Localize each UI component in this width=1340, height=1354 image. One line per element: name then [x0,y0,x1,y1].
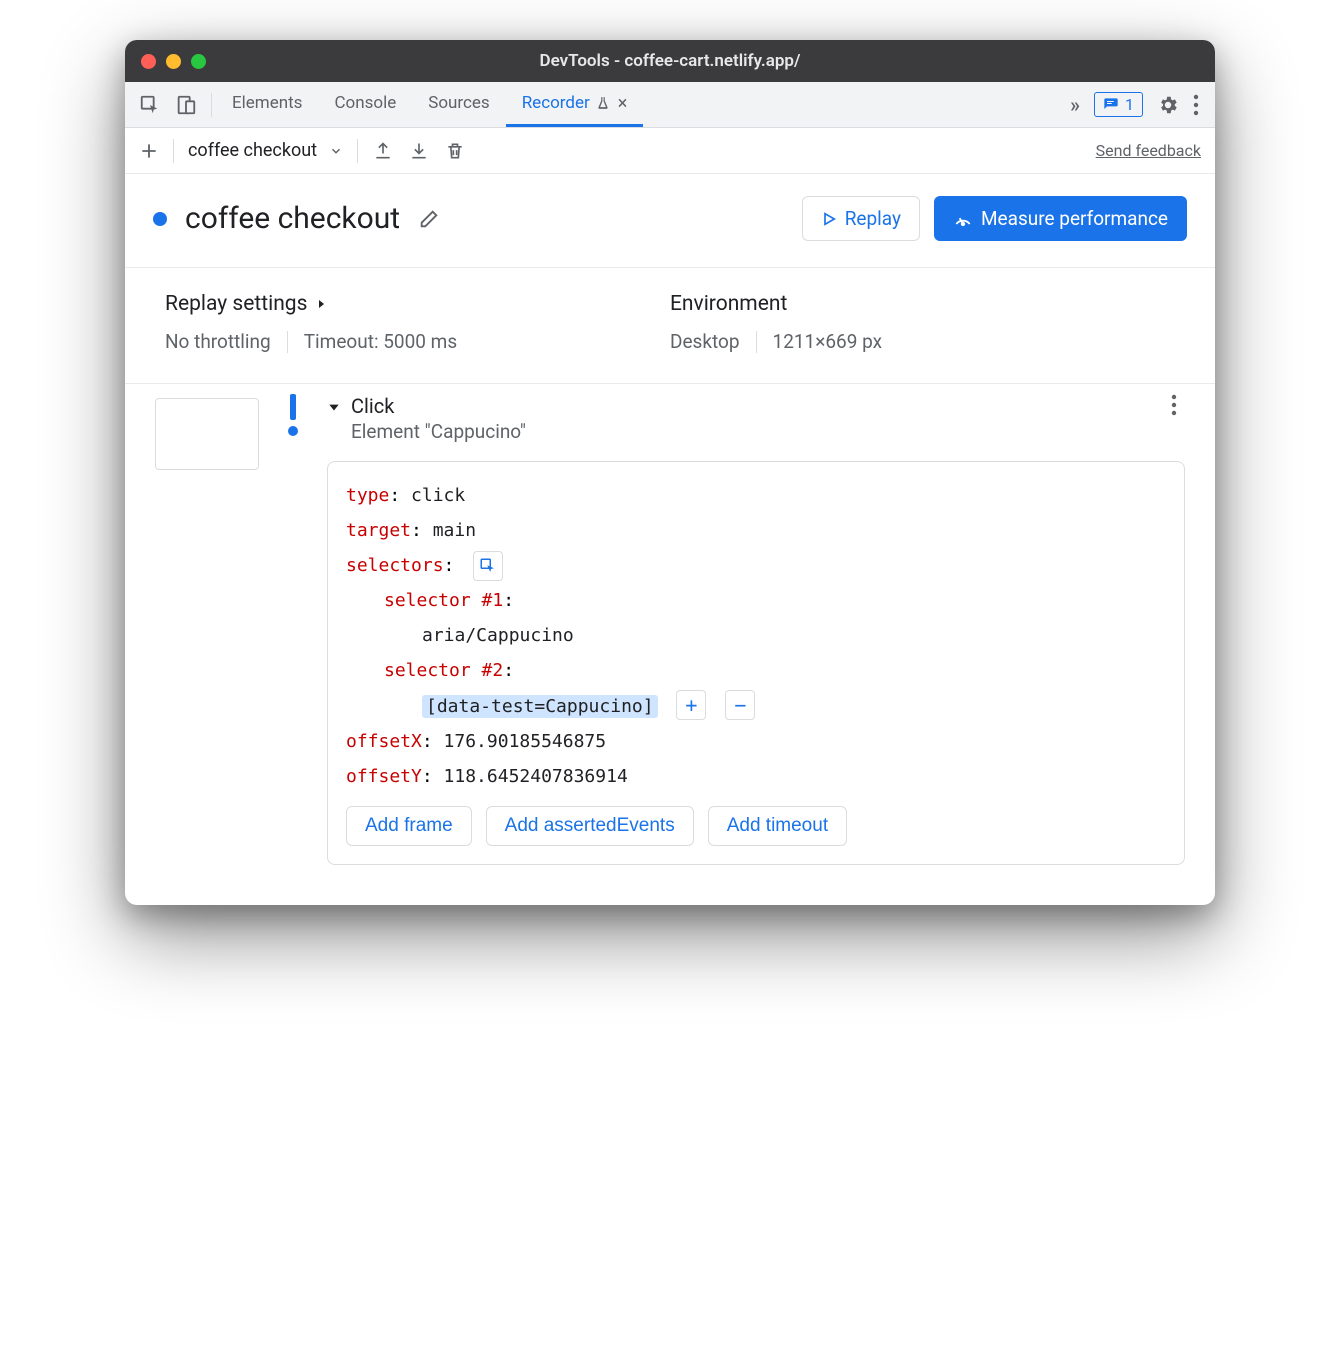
kebab-menu-icon[interactable] [1193,94,1199,116]
throttling-value: No throttling [165,330,271,353]
settings-row: Replay settings No throttling Timeout: 5… [125,268,1215,384]
tab-sources[interactable]: Sources [412,82,505,127]
traffic-lights [141,54,206,69]
chevron-down-icon [329,144,343,158]
type-val[interactable]: click [411,485,465,506]
disclosure-triangle-icon[interactable] [327,400,341,414]
delete-icon[interactable] [444,140,466,162]
issues-icon [1103,97,1119,113]
flask-icon [596,96,610,110]
chevron-right-icon [315,297,327,311]
step-kebab-icon[interactable] [1171,394,1185,416]
tab-label: Sources [428,93,489,113]
step-title: Click [351,394,526,418]
divider [357,139,358,163]
replay-settings-label: Replay settings [165,292,307,316]
minimize-window-button[interactable] [166,54,181,69]
play-icon [821,211,837,227]
environment-label: Environment [670,292,1175,316]
step-thumbnail[interactable] [155,398,259,470]
selectors-key: selectors [346,555,444,576]
maximize-window-button[interactable] [191,54,206,69]
recording-header: coffee checkout Replay Measure performan… [125,174,1215,268]
divider [173,139,174,163]
measure-performance-button[interactable]: Measure performance [934,196,1187,241]
device-toolbar-icon[interactable] [175,94,197,116]
divider [287,331,288,353]
timeline [279,394,307,865]
devtools-tabbar: Elements Console Sources Recorder × » 1 [125,82,1215,128]
issues-count: 1 [1125,95,1134,114]
step-area: Click Element "Cappucino" type: click ta… [125,384,1215,905]
recording-name: coffee checkout [188,140,317,161]
type-key: type [346,485,389,506]
environment-device: Desktop [670,330,740,353]
devtools-window: DevTools - coffee-cart.netlify.app/ Elem… [125,40,1215,905]
tab-recorder[interactable]: Recorder × [506,82,644,127]
recording-title: coffee checkout [185,201,400,236]
environment-viewport: 1211×669 px [773,330,883,353]
add-selector-button[interactable]: + [676,690,706,720]
recording-status-dot [153,212,167,226]
import-icon[interactable] [408,140,430,162]
window-title: DevTools - coffee-cart.netlify.app/ [125,51,1215,71]
recorder-toolbar: coffee checkout Send feedback [125,128,1215,174]
add-timeout-button[interactable]: Add timeout [708,806,847,846]
target-key: target [346,520,411,541]
tab-console[interactable]: Console [318,82,412,127]
offsety-key: offsetY [346,766,422,787]
add-frame-button[interactable]: Add frame [346,806,472,846]
replay-label: Replay [845,207,901,230]
new-recording-icon[interactable] [139,141,159,161]
sel1-val[interactable]: aria/Cappucino [422,625,574,646]
replay-settings-toggle[interactable]: Replay settings [165,292,670,316]
offsetx-val[interactable]: 176.90185546875 [444,731,607,752]
close-icon[interactable]: × [618,93,628,114]
remove-selector-button[interactable]: − [725,690,755,720]
target-val[interactable]: main [433,520,476,541]
timeline-dot [288,426,298,436]
tab-label: Recorder [522,93,590,113]
export-icon[interactable] [372,140,394,162]
pick-selector-button[interactable] [473,551,503,581]
offsetx-key: offsetX [346,731,422,752]
titlebar: DevTools - coffee-cart.netlify.app/ [125,40,1215,82]
step-details: type: click target: main selectors: sele… [327,461,1185,865]
offsety-val[interactable]: 118.6452407836914 [444,766,628,787]
sel2-key: selector #2 [384,660,503,681]
divider [756,331,757,353]
divider [211,93,212,117]
step-subtitle: Element "Cappucino" [351,420,526,443]
issues-badge[interactable]: 1 [1094,92,1143,117]
tab-label: Console [334,93,396,113]
sel2-val[interactable]: [data-test=Cappucino] [422,695,658,718]
timeout-value: Timeout: 5000 ms [304,330,457,353]
tab-elements[interactable]: Elements [216,82,318,127]
send-feedback-link[interactable]: Send feedback [1096,141,1201,160]
timeline-tick [290,394,296,420]
inspect-element-icon[interactable] [139,94,161,116]
measure-label: Measure performance [981,207,1168,230]
add-asserted-events-button[interactable]: Add assertedEvents [486,806,694,846]
more-tabs-icon[interactable]: » [1070,93,1080,117]
edit-icon[interactable] [418,208,440,230]
settings-icon[interactable] [1157,94,1179,116]
replay-button[interactable]: Replay [802,196,920,241]
sel1-key: selector #1 [384,590,503,611]
close-window-button[interactable] [141,54,156,69]
gauge-icon [953,209,973,229]
tab-label: Elements [232,93,302,113]
recording-dropdown[interactable]: coffee checkout [188,140,343,161]
